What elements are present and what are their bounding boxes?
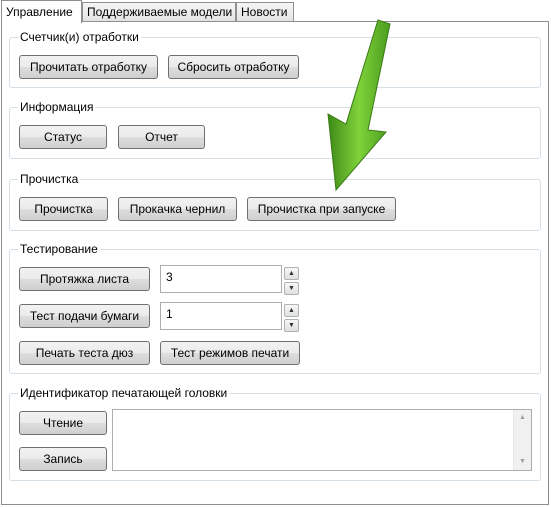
tab-news-label: Новости [241, 5, 288, 19]
sheet-count-input[interactable]: 3 [160, 265, 282, 293]
tab-control-label: Управление [6, 5, 73, 19]
tab-supported-models[interactable]: Поддерживаемые модели [82, 2, 236, 21]
counters-group-title: Счетчик(и) отработки [18, 30, 141, 44]
pointer-arrow-icon [327, 19, 391, 192]
sheet-feed-button[interactable]: Протяжка листа [19, 267, 150, 291]
ink-pump-button[interactable]: Прокачка чернил [118, 197, 237, 221]
textarea-scrollbar[interactable]: ▲ ▼ [513, 410, 531, 470]
scroll-down-icon[interactable]: ▼ [514, 454, 531, 470]
testing-group-title: Тестирование [18, 242, 100, 256]
feed-count-value: 1 [166, 307, 173, 321]
sheet-count-value: 3 [166, 270, 173, 284]
head-id-textarea[interactable]: ▲ ▼ [112, 409, 532, 471]
head-id-group-title: Идентификатор печатающей головки [18, 386, 230, 400]
head-read-button[interactable]: Чтение [19, 411, 107, 435]
feed-count-stepper[interactable]: ▲ ▼ [284, 304, 299, 332]
startup-clean-button[interactable]: Прочистка при запуске [247, 197, 396, 221]
tab-news[interactable]: Новости [236, 2, 294, 21]
sheet-count-stepper[interactable]: ▲ ▼ [284, 267, 299, 295]
scroll-up-icon[interactable]: ▲ [514, 410, 531, 426]
spin-up-icon[interactable]: ▲ [284, 267, 299, 280]
print-modes-test-button[interactable]: Тест режимов печати [160, 341, 300, 365]
read-counter-button[interactable]: Прочитать отработку [19, 55, 158, 79]
head-write-button[interactable]: Запись [19, 447, 107, 471]
nozzle-test-button[interactable]: Печать теста дюз [19, 341, 150, 365]
cleaning-group-title: Прочистка [18, 172, 81, 186]
spin-down-icon[interactable]: ▼ [284, 282, 299, 295]
tab-supported-models-label: Поддерживаемые модели [87, 5, 233, 19]
info-group-title: Информация [18, 100, 96, 114]
feed-count-input[interactable]: 1 [160, 302, 282, 330]
spin-down-icon[interactable]: ▼ [284, 319, 299, 332]
tab-control[interactable]: Управление [1, 0, 82, 23]
report-button[interactable]: Отчет [118, 125, 205, 149]
clean-button[interactable]: Прочистка [19, 197, 108, 221]
status-button[interactable]: Статус [19, 125, 107, 149]
reset-counter-button[interactable]: Сбросить отработку [168, 55, 299, 79]
paper-feed-test-button[interactable]: Тест подачи бумаги [19, 304, 150, 328]
spin-up-icon[interactable]: ▲ [284, 304, 299, 317]
